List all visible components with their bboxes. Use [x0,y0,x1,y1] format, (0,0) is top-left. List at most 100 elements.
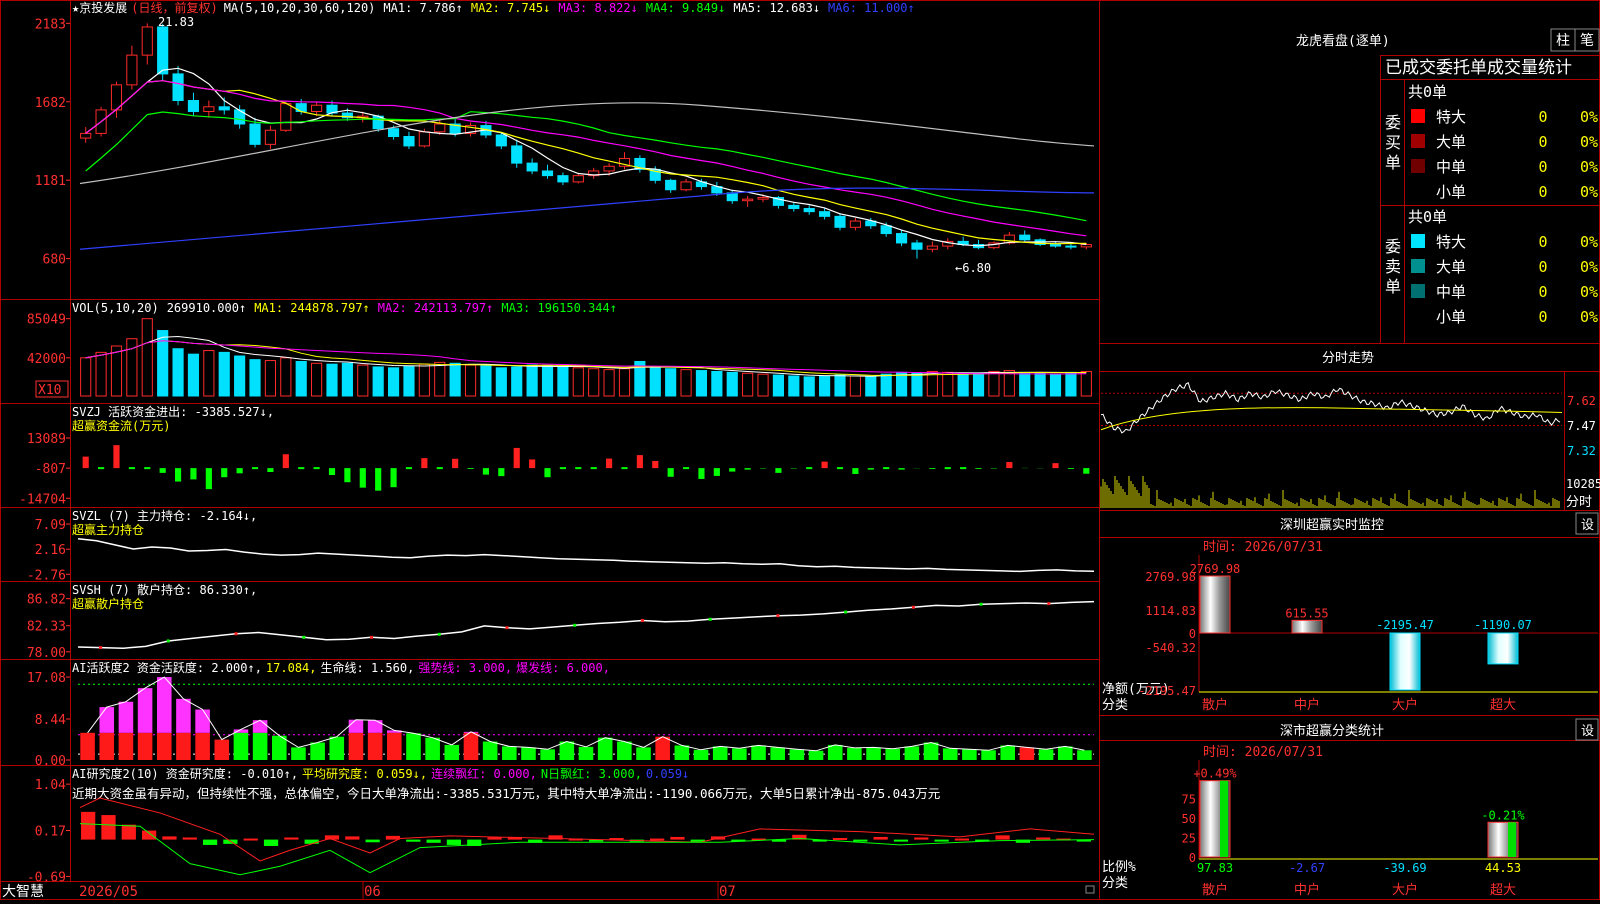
ai1-bar [540,749,555,760]
vol-bar [758,374,768,396]
svzj-bar [560,467,566,469]
vol-bar [789,376,799,396]
vol-bar [111,346,121,396]
ai1-bar-top [99,707,114,733]
buy-side-label-char-1: 买 [1385,133,1401,152]
candle-body [542,171,552,176]
sell-row-count-2: 0 [1538,283,1547,301]
candle-body [789,205,799,208]
sell-row-name-2: 中单 [1436,283,1466,301]
price-axis-2: 1181 [35,174,66,189]
svzj-bar [975,468,981,469]
bar-view-button-label: 柱 [1556,33,1570,49]
vol-bar [958,374,968,396]
sz-class-xlabel: 分类 [1102,876,1128,891]
svzj-bar [113,445,119,468]
ai2-bar [487,837,501,839]
date-label-0: 2026/05 [79,884,138,900]
candle-body [804,209,814,212]
candle-body [573,176,583,182]
ai1-bar [483,742,498,760]
svzj-bar [898,468,904,470]
ai1-bar [732,748,747,760]
svzl-axis-1: 2.16 [35,543,66,558]
ai1-bar [1058,746,1073,760]
ai2-bar [81,812,95,840]
vol-bar [188,354,198,396]
sz-cls-top-0: +0.49% [1193,767,1237,781]
ma-legend-5: MA6: 11.000↑ [828,1,915,15]
ai2-bar [142,831,156,840]
ai1-bar [655,737,670,760]
svzj-title: SVZJ 活跃资金进出: -3385.527↓, [72,404,274,419]
ai2-bar [650,839,664,841]
vol-bar [573,368,583,396]
sz-monitor-xlabel: 分类 [1102,698,1128,713]
ma-legend-4: MA5: 12.683↓ [733,1,820,15]
ai2-axis-0: 1.04 [35,778,66,793]
buy-row-pct-0: 0% [1580,108,1598,126]
ai1-bar [349,733,364,760]
price-axis-3: 680 [43,253,66,268]
app-name: 大智慧 [2,884,44,900]
sz-mon-bar-1 [1292,620,1322,633]
ai1-bar [406,733,421,760]
ai1-bar [809,751,824,760]
sell-side-label-char-1: 卖 [1385,257,1401,276]
svzj-bar [1083,468,1089,474]
vol-bar [235,356,245,396]
sz-mon-value-2: -2195.47 [1376,618,1434,632]
ai1-bar [119,733,134,760]
vol-bar [342,363,352,396]
sz-cls-top-3: -0.21% [1481,808,1525,822]
ai2-legend-1: 平均研究度: 0.059↓, [302,766,427,781]
svzj-bar [83,457,89,469]
svzj-bar [698,468,704,479]
ai1-bar [291,747,306,760]
stock-terminal-screen: ★京投发展(日线，前复权)MA(5,10,20,30,60,120)MA1: 7… [0,0,1600,900]
svsh-dot [438,633,441,636]
vol-bar [388,368,398,396]
sz-mon-bar-3 [1488,633,1518,664]
svzj-bar [421,458,427,468]
fenshi-axis-0: 7.62 [1567,394,1596,408]
vol-axis-0: 85049 [27,313,66,328]
svzj-bar [529,459,535,468]
ai1-bar [425,738,440,760]
svzj-bar [375,468,381,491]
candle-body [388,129,398,137]
ai1-bar [885,749,900,760]
ma-legend-3: MA4: 9.849↓ [646,1,725,15]
vol-bar [465,365,475,396]
sz-mon-value-1: 615.55 [1285,606,1328,620]
date-label-1: 06 [364,884,381,900]
svzj-bar [98,467,104,469]
candle-body [496,135,506,146]
ai2-bar [833,838,847,840]
svzj-bar [775,468,781,473]
vol-header: VOL(5,10,20)269910.000↑MA1: 244878.797↑M… [72,301,617,315]
fenshi-unit: 分时 [1566,495,1592,510]
fenshi-avg-line [1101,408,1562,430]
ai2-bar [284,837,298,839]
buy-row-swatch-1 [1411,134,1425,148]
svzj-bar [837,467,843,469]
lock-icon[interactable] [1086,886,1094,893]
ai2-axis-1: 0.17 [35,825,66,840]
ai1-bar [1000,745,1015,760]
sz-class-ylabel: 比例% [1102,860,1136,875]
ai2-bar [162,836,176,839]
svzj-bar [668,468,674,477]
stock-name: ★京投发展 [72,0,127,15]
sz-cls-cat-1: 中户 [1294,882,1320,898]
buy-row-swatch-2 [1411,159,1425,173]
vol-legend-2: MA2: 242113.797↑ [378,301,494,315]
ai2-legend-2: 连续飘红: 0.000, [431,766,537,781]
svzj-bar [514,448,520,468]
price-axis-1: 1682 [35,96,66,111]
svzl-axis-0: 7.09 [35,518,66,533]
sz-mon-axis-2: 0 [1189,627,1196,641]
ai1-bar [751,745,766,760]
ai2-bar [183,837,197,839]
ai2-bar [934,840,948,842]
